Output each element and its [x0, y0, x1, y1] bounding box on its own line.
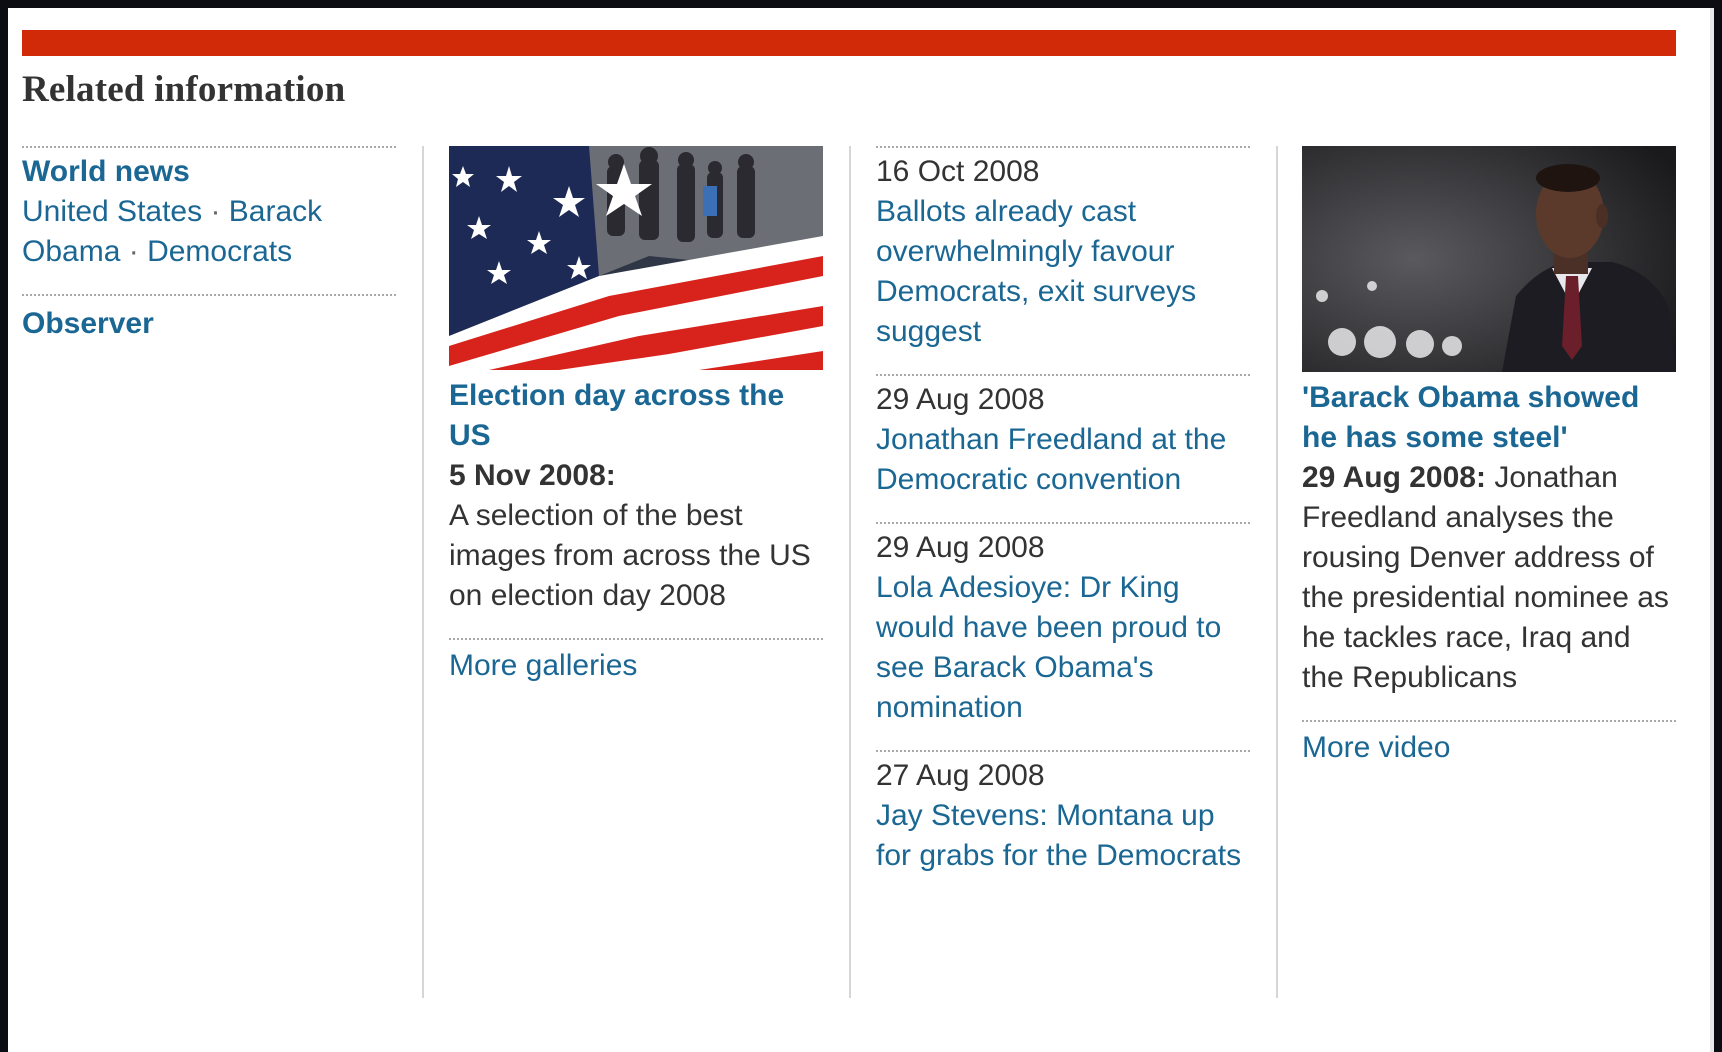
observer-link[interactable]: Observer	[22, 304, 396, 344]
article-date: 29 Aug 2008	[876, 531, 1045, 564]
divider	[876, 146, 1250, 148]
divider	[876, 750, 1250, 752]
us-flag-voters-photo-icon[interactable]	[449, 146, 823, 370]
column-divider	[422, 146, 424, 998]
divider	[876, 374, 1250, 376]
section-accent-bar	[22, 30, 1676, 56]
tag-separator: ·	[202, 195, 229, 228]
gallery-date: 5 Nov 2008:	[449, 459, 616, 492]
gallery-title-link[interactable]: Election day across the US	[449, 376, 823, 456]
tags-column: World news United States · Barack Obama …	[22, 146, 396, 344]
video-date: 29 Aug 2008:	[1302, 461, 1486, 494]
divider	[22, 146, 396, 148]
list-item: 16 Oct 2008 Ballots already cast overwhe…	[876, 152, 1250, 352]
divider	[876, 522, 1250, 524]
gallery-column: Election day across the US 5 Nov 2008: A…	[449, 146, 823, 686]
obama-speech-photo-icon[interactable]	[1302, 146, 1676, 372]
articles-column: 16 Oct 2008 Ballots already cast overwhe…	[876, 146, 1250, 876]
tag-united-states[interactable]: United States	[22, 195, 202, 228]
more-video-link[interactable]: More video	[1302, 728, 1676, 768]
tag-democrats[interactable]: Democrats	[147, 235, 292, 268]
scrollbar-edge	[1710, 8, 1714, 1052]
video-title-link[interactable]: 'Barack Obama showed he has some steel'	[1302, 378, 1676, 458]
list-item: 27 Aug 2008 Jay Stevens: Montana up for …	[876, 756, 1250, 876]
tag-separator: ·	[120, 235, 148, 268]
world-news-link[interactable]: World news	[22, 152, 396, 192]
article-link[interactable]: Jay Stevens: Montana up for grabs for th…	[876, 796, 1250, 876]
gallery-description: A selection of the best images from acro…	[449, 499, 811, 612]
article-link[interactable]: Ballots already cast overwhelmingly favo…	[876, 192, 1250, 352]
list-item: 29 Aug 2008 Lola Adesioye: Dr King would…	[876, 528, 1250, 728]
list-item: 29 Aug 2008 Jonathan Freedland at the De…	[876, 380, 1250, 500]
divider	[449, 638, 823, 640]
column-divider	[1276, 146, 1278, 998]
video-summary: 29 Aug 2008: Jonathan Freedland analyses…	[1302, 458, 1676, 698]
divider	[1302, 720, 1676, 722]
column-divider	[849, 146, 851, 998]
related-information-panel: Related information World news United St…	[8, 8, 1714, 1052]
article-date: 29 Aug 2008	[876, 383, 1045, 416]
video-description: Jonathan Freedland analyses the rousing …	[1302, 461, 1669, 694]
article-date: 27 Aug 2008	[876, 759, 1045, 792]
section-heading: Related information	[22, 69, 346, 110]
article-date: 16 Oct 2008	[876, 155, 1040, 188]
video-column: 'Barack Obama showed he has some steel' …	[1302, 146, 1676, 768]
article-link[interactable]: Lola Adesioye: Dr King would have been p…	[876, 568, 1250, 728]
article-link[interactable]: Jonathan Freedland at the Democratic con…	[876, 420, 1250, 500]
divider	[22, 294, 396, 296]
tag-list: United States · Barack Obama · Democrats	[22, 192, 396, 272]
more-galleries-link[interactable]: More galleries	[449, 646, 823, 686]
